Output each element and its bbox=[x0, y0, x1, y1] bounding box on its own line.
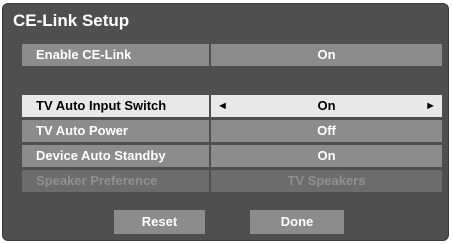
done-button[interactable]: Done bbox=[250, 210, 344, 234]
enable-ce-link-label: Enable CE-Link bbox=[22, 44, 209, 66]
speaker-preference-label: Speaker Preference bbox=[22, 170, 209, 192]
right-arrow-icon[interactable]: ► bbox=[425, 95, 436, 117]
reset-button[interactable]: Reset bbox=[114, 210, 205, 234]
row-tv-auto-power[interactable]: TV Auto Power Off bbox=[22, 120, 442, 142]
row-tv-auto-input-switch[interactable]: TV Auto Input Switch ◄ On ► bbox=[22, 95, 442, 117]
left-arrow-icon[interactable]: ◄ bbox=[217, 95, 228, 117]
row-enable-ce-link[interactable]: Enable CE-Link On bbox=[22, 44, 442, 66]
device-auto-standby-label: Device Auto Standby bbox=[22, 145, 209, 167]
dialog-title: CE-Link Setup bbox=[13, 11, 130, 30]
tv-auto-input-switch-value[interactable]: ◄ On ► bbox=[211, 95, 442, 117]
row-speaker-preference: Speaker Preference TV Speakers bbox=[22, 170, 442, 192]
row-device-auto-standby[interactable]: Device Auto Standby On bbox=[22, 145, 442, 167]
device-auto-standby-value[interactable]: On bbox=[211, 145, 442, 167]
tv-auto-power-label: TV Auto Power bbox=[22, 120, 209, 142]
tv-auto-power-value[interactable]: Off bbox=[211, 120, 442, 142]
enable-ce-link-value[interactable]: On bbox=[211, 44, 442, 66]
tv-auto-input-switch-label: TV Auto Input Switch bbox=[22, 95, 209, 117]
ce-link-setup-dialog: CE-Link Setup Enable CE-Link On TV Auto … bbox=[2, 3, 449, 241]
tv-auto-input-switch-value-text: On bbox=[317, 98, 336, 113]
speaker-preference-value: TV Speakers bbox=[211, 170, 442, 192]
